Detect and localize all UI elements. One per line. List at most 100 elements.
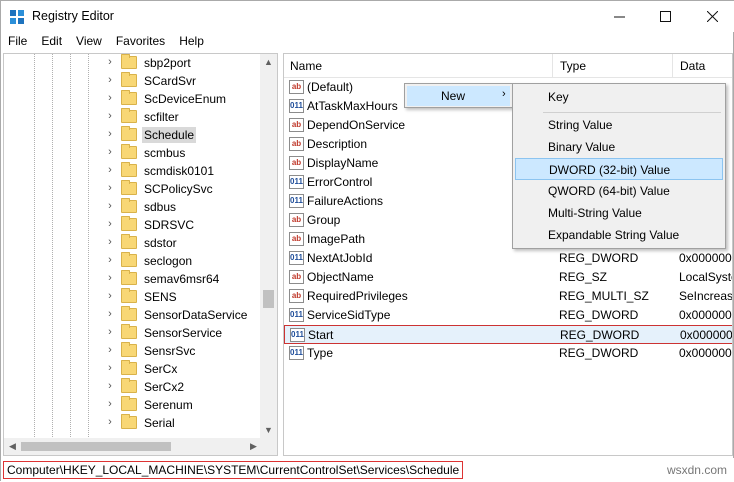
scroll-up-icon[interactable]: ▲ — [260, 54, 277, 71]
expand-chevron-icon[interactable]: › — [105, 164, 115, 176]
string-value-icon: ab — [289, 80, 304, 94]
folder-icon — [121, 396, 137, 411]
tree-item[interactable]: › Serenum — [4, 396, 261, 414]
expand-chevron-icon[interactable]: › — [105, 344, 115, 356]
folder-icon — [121, 198, 137, 213]
submenu-item-binary-value[interactable]: Binary Value — [515, 136, 723, 158]
tree-vertical-scrollbar[interactable]: ▲ ▼ — [260, 54, 277, 439]
menu-favorites[interactable]: Favorites — [109, 32, 172, 52]
tree-item[interactable]: › ScDeviceEnum — [4, 90, 261, 108]
value-row[interactable]: 011 ServiceSidType REG_DWORD 0x0000000 — [284, 306, 732, 325]
submenu-item-qword-value[interactable]: QWORD (64-bit) Value — [515, 180, 723, 202]
menu-help[interactable]: Help — [172, 32, 211, 52]
tree-item[interactable]: › SDRSVC — [4, 216, 261, 234]
tree-item[interactable]: › semav6msr64 — [4, 270, 261, 288]
expand-chevron-icon[interactable]: › — [105, 200, 115, 212]
value-data: 0x0000000 — [680, 328, 733, 342]
value-row[interactable]: ab RequiredPrivileges REG_MULTI_SZ SeIncrea… — [284, 287, 732, 306]
value-row[interactable]: 011Start REG_DWORD 0x0000000 — [284, 325, 733, 344]
column-header-name[interactable]: Name — [290, 59, 322, 73]
close-button[interactable] — [689, 1, 734, 32]
expand-chevron-icon[interactable]: › — [105, 254, 115, 266]
value-row[interactable]: 011 NextAtJobId REG_DWORD 0x0000000 — [284, 249, 732, 268]
context-menu-item-new[interactable]: New › — [407, 86, 510, 106]
value-data: LocalSyste — [679, 270, 733, 284]
key-tree-pane[interactable]: › sbp2port › SCardSvr › ScDeviceEnum › scfilter… — [3, 53, 278, 456]
expand-chevron-icon[interactable]: › — [105, 272, 115, 284]
list-header: Name Type Data — [284, 54, 732, 78]
column-divider[interactable] — [672, 54, 673, 78]
column-header-type[interactable]: Type — [560, 59, 586, 73]
value-name: AtTaskMaxHours — [307, 99, 398, 113]
value-row[interactable]: 011 Type REG_DWORD 0x0000002 — [284, 344, 732, 363]
value-name: Description — [307, 137, 368, 151]
scroll-left-icon[interactable]: ◀ — [4, 438, 21, 455]
submenu-item-multi-string-value[interactable]: Multi-String Value — [515, 202, 723, 224]
expand-chevron-icon[interactable]: › — [105, 74, 115, 86]
submenu-item-expandable-string-value[interactable]: Expandable String Value — [515, 224, 723, 246]
menu-edit[interactable]: Edit — [34, 32, 69, 52]
tree-item[interactable]: › sdbus — [4, 198, 261, 216]
tree-item[interactable]: › SCPolicySvc — [4, 180, 261, 198]
tree-item[interactable]: › sdstor — [4, 234, 261, 252]
title-bar[interactable]: Registry Editor — [1, 1, 734, 32]
tree-item[interactable]: › scmdisk0101 — [4, 162, 261, 180]
expand-chevron-icon[interactable]: › — [105, 182, 115, 194]
binary-value-icon: 011 — [289, 251, 304, 265]
expand-chevron-icon[interactable]: › — [105, 146, 115, 158]
minimize-button[interactable] — [596, 1, 642, 32]
string-value-icon: ab — [289, 213, 304, 227]
tree-item[interactable]: › SensorDataService — [4, 306, 261, 324]
expand-chevron-icon[interactable]: › — [105, 326, 115, 338]
tree-item-label: Serial — [144, 416, 175, 430]
value-name: Type — [307, 346, 334, 360]
expand-chevron-icon[interactable]: › — [105, 236, 115, 248]
column-header-data[interactable]: Data — [680, 59, 705, 73]
scroll-down-icon[interactable]: ▼ — [260, 422, 277, 439]
tree-item[interactable]: › SerCx — [4, 360, 261, 378]
expand-chevron-icon[interactable]: › — [105, 416, 115, 428]
submenu-item-string-value[interactable]: String Value — [515, 114, 723, 136]
tree-item[interactable]: › seclogon — [4, 252, 261, 270]
menu-view[interactable]: View — [69, 32, 109, 52]
folder-icon — [121, 234, 137, 249]
submenu-item-key[interactable]: Key — [515, 86, 723, 108]
tree-scroll-thumb[interactable] — [263, 290, 274, 308]
expand-chevron-icon[interactable]: › — [105, 308, 115, 320]
string-value-icon: ab — [289, 156, 304, 170]
value-type: REG_SZ — [559, 270, 608, 284]
watermark: wsxdn.com — [666, 463, 727, 477]
expand-chevron-icon[interactable]: › — [105, 110, 115, 122]
expand-chevron-icon[interactable]: › — [105, 380, 115, 392]
expand-chevron-icon[interactable]: › — [105, 56, 115, 68]
column-divider[interactable] — [552, 54, 553, 78]
expand-chevron-icon[interactable]: › — [105, 92, 115, 104]
expand-chevron-icon[interactable]: › — [105, 218, 115, 230]
expand-chevron-icon[interactable]: › — [105, 290, 115, 302]
tree-item[interactable]: › sbp2port — [4, 54, 261, 72]
tree-item[interactable]: › SerCx2 — [4, 378, 261, 396]
tree-item-label: SensrSvc — [144, 344, 196, 358]
tree-item-label: SCPolicySvc — [144, 182, 213, 196]
folder-icon — [121, 180, 137, 195]
expand-chevron-icon[interactable]: › — [105, 128, 115, 140]
tree-item[interactable]: › SCardSvr — [4, 72, 261, 90]
tree-item[interactable]: › SensrSvc — [4, 342, 261, 360]
tree-item-label: sdbus — [144, 200, 177, 214]
tree-item[interactable]: › SensorService — [4, 324, 261, 342]
tree-item[interactable]: › SENS — [4, 288, 261, 306]
submenu-item-dword-value[interactable]: DWORD (32-bit) Value — [515, 158, 723, 180]
menu-file[interactable]: File — [1, 32, 34, 52]
tree-item[interactable]: › Serial — [4, 414, 261, 432]
expand-chevron-icon[interactable]: › — [105, 398, 115, 410]
tree-item-label: Serenum — [144, 398, 193, 412]
value-row[interactable]: ab ObjectName REG_SZ LocalSyste — [284, 268, 733, 287]
expand-chevron-icon[interactable]: › — [105, 362, 115, 374]
tree-horizontal-scrollbar[interactable]: ◀ ▶ — [4, 438, 262, 455]
string-value-icon: ab — [289, 270, 304, 284]
tree-hscroll-thumb[interactable] — [21, 442, 171, 451]
tree-item[interactable]: › Schedule — [4, 126, 261, 144]
tree-item[interactable]: › scfilter — [4, 108, 261, 126]
maximize-button[interactable] — [642, 1, 688, 32]
tree-item[interactable]: › scmbus — [4, 144, 261, 162]
